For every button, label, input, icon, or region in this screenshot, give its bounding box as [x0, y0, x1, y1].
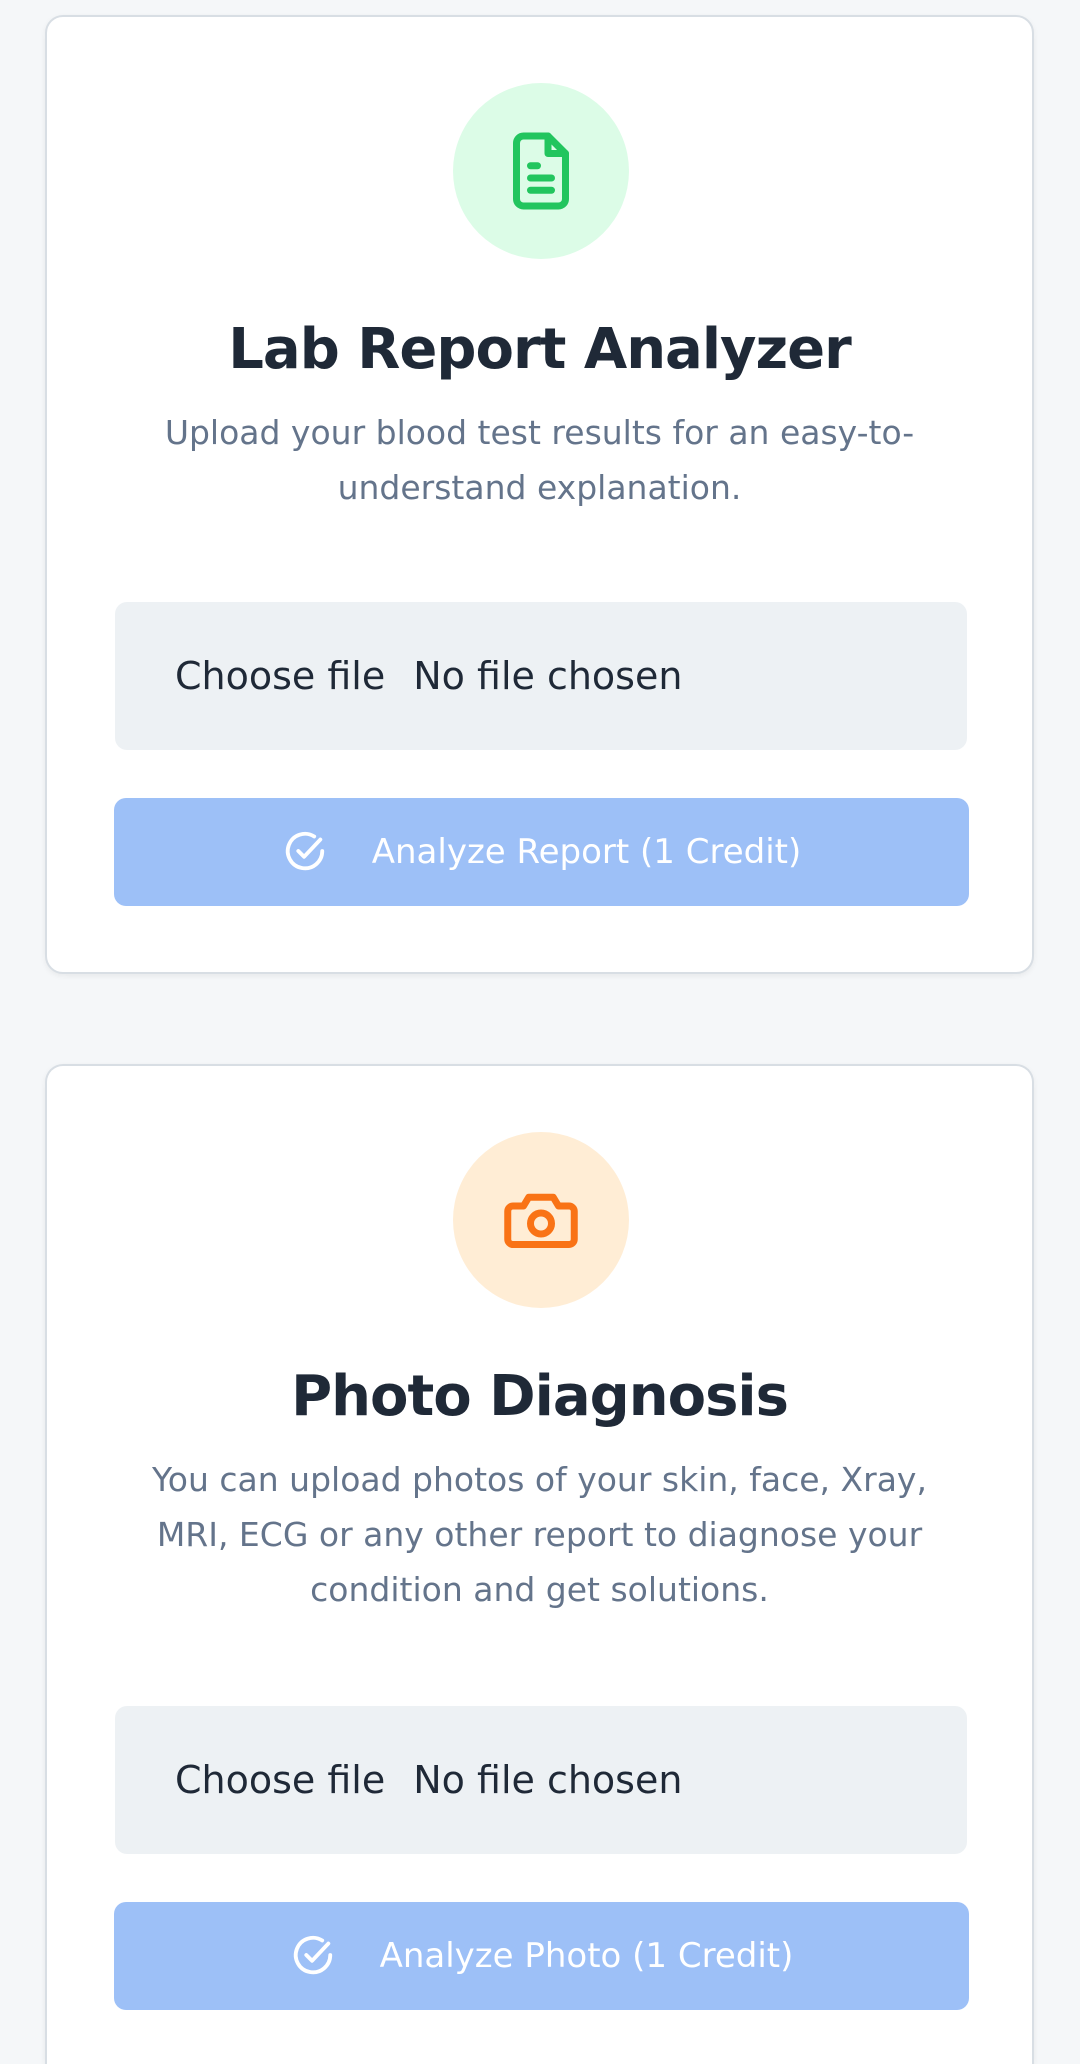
choose-file-button[interactable]: Choose file: [175, 1758, 385, 1802]
analyze-report-button[interactable]: Analyze Report (1 Credit): [114, 798, 969, 906]
lab-report-description: Upload your blood test results for an ea…: [164, 413, 915, 507]
file-status: No file chosen: [413, 654, 683, 698]
check-circle-icon: [293, 1935, 332, 1975]
photo-icon-circle: [453, 1132, 629, 1308]
document-icon: [513, 132, 569, 210]
choose-file-button[interactable]: Choose file: [175, 654, 385, 698]
lab-report-file-input[interactable]: Choose file No file chosen: [115, 602, 967, 750]
lab-icon-circle: [453, 83, 629, 259]
photo-diagnosis-title: Photo Diagnosis: [291, 1364, 789, 1429]
photo-diagnosis-card: Photo Diagnosis You can upload photos of…: [45, 1064, 1034, 2064]
camera-icon: [504, 1193, 578, 1248]
lab-report-title: Lab Report Analyzer: [228, 317, 851, 382]
photo-file-input[interactable]: Choose file No file chosen: [115, 1706, 967, 1854]
analyze-report-label: Analyze Report (1 Credit): [371, 832, 802, 872]
check-circle-icon: [285, 831, 324, 871]
file-status: No file chosen: [413, 1758, 683, 1802]
analyze-photo-button[interactable]: Analyze Photo (1 Credit): [114, 1902, 969, 2010]
photo-diagnosis-description: You can upload photos of your skin, face…: [152, 1460, 927, 1609]
analyze-photo-label: Analyze Photo (1 Credit): [379, 1936, 794, 1976]
lab-report-card: Lab Report Analyzer Upload your blood te…: [45, 15, 1034, 974]
